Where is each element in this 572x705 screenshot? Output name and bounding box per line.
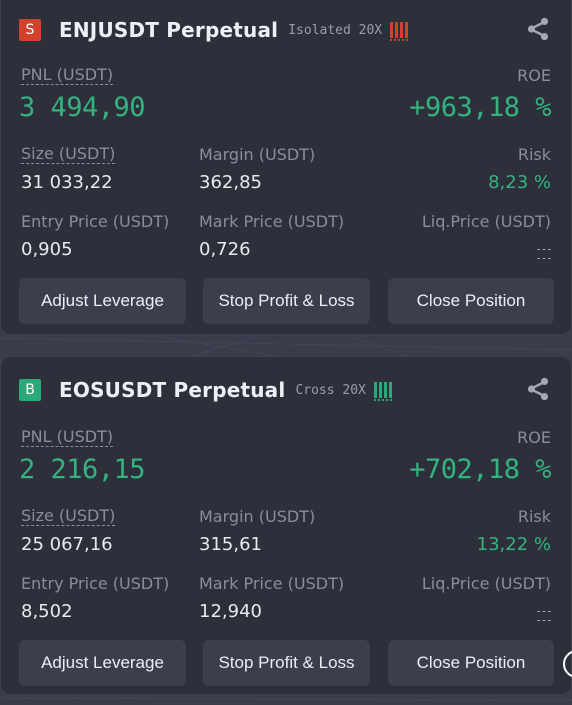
margin-mode-label[interactable]: Isolated 20X (288, 23, 382, 38)
risk-label: Risk (517, 507, 551, 526)
margin-label: Margin (USDT) (199, 507, 316, 526)
close-position-button[interactable]: Close Position (388, 278, 554, 324)
entry-price-label: Entry Price (USDT) (21, 212, 170, 231)
size-value: 31 033,22 (21, 172, 113, 193)
adjust-leverage-button[interactable]: Adjust Leverage (19, 278, 186, 324)
roe-label: ROE (517, 66, 551, 85)
position-header: S ENJUSDT Perpetual Isolated 20X (19, 18, 409, 42)
mark-price-value: 0,726 (199, 239, 251, 260)
liq-price-label: Liq.Price (USDT) (421, 212, 551, 231)
pnl-value: 2 216,15 (19, 454, 146, 485)
side-badge-sell: S (19, 19, 41, 41)
size-label[interactable]: Size (USDT) (21, 145, 116, 164)
symbol-title: ENJUSDT Perpetual (59, 18, 279, 42)
roe-value: +702,18 % (409, 454, 551, 485)
stop-profit-loss-button[interactable]: Stop Profit & Loss (203, 278, 370, 324)
liq-price-label: Liq.Price (USDT) (421, 574, 551, 593)
roe-value: +963,18 % (409, 92, 551, 123)
position-header: B EOSUSDT Perpetual Cross 20X (19, 378, 392, 402)
liq-price-empty-icon (537, 611, 551, 621)
size-value: 25 067,16 (21, 534, 113, 555)
entry-price-value: 8,502 (21, 601, 73, 622)
adjust-leverage-button[interactable]: Adjust Leverage (19, 640, 186, 686)
entry-price-value: 0,905 (21, 239, 73, 260)
size-label[interactable]: Size (USDT) (21, 507, 116, 526)
leverage-bars-icon (390, 20, 409, 41)
margin-label: Margin (USDT) (199, 145, 316, 164)
leverage-bars-icon (373, 380, 392, 401)
entry-price-label: Entry Price (USDT) (21, 574, 170, 593)
risk-label: Risk (517, 145, 551, 164)
roe-label: ROE (517, 428, 551, 447)
margin-value: 362,85 (199, 172, 262, 193)
mark-price-value: 12,940 (199, 601, 262, 622)
symbol-title: EOSUSDT Perpetual (59, 378, 286, 402)
pnl-label[interactable]: PNL (USDT) (21, 66, 114, 85)
mark-price-label: Mark Price (USDT) (199, 574, 345, 593)
pnl-value: 3 494,90 (19, 92, 146, 123)
liq-price-empty-icon (537, 249, 551, 259)
margin-value: 315,61 (199, 534, 262, 555)
position-card-enjusdt: S ENJUSDT Perpetual Isolated 20X PNL (US… (0, 0, 572, 335)
side-badge-buy: B (19, 379, 41, 401)
stop-profit-loss-button[interactable]: Stop Profit & Loss (203, 640, 370, 686)
close-position-button[interactable]: Close Position (388, 640, 554, 686)
share-icon[interactable] (525, 376, 551, 402)
share-icon[interactable] (525, 16, 551, 42)
position-card-eosusdt: B EOSUSDT Perpetual Cross 20X PNL (USDT)… (0, 356, 572, 695)
risk-value: 8,23 % (488, 172, 551, 193)
pnl-label[interactable]: PNL (USDT) (21, 428, 114, 447)
mark-price-label: Mark Price (USDT) (199, 212, 345, 231)
margin-mode-label[interactable]: Cross 20X (295, 383, 365, 398)
risk-value: 13,22 % (476, 534, 551, 555)
